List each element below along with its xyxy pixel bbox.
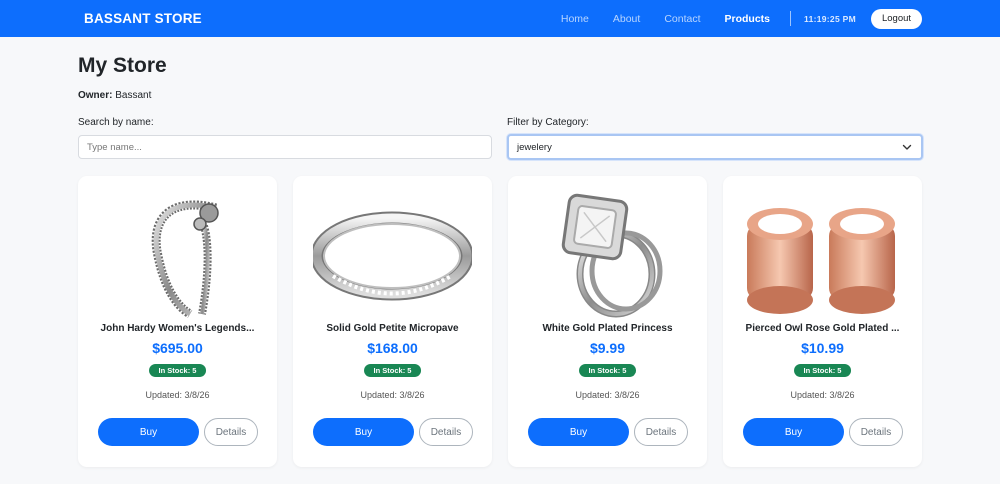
plug-earrings-image[interactable]: [743, 186, 902, 321]
product-name: John Hardy Women's Legends...: [100, 323, 255, 334]
nav-links: Home About Contact Products 11:19:25 PM …: [537, 8, 922, 29]
details-button[interactable]: Details: [634, 418, 688, 446]
stock-badge: In Stock: 5: [148, 364, 207, 377]
product-card: John Hardy Women's Legends... $695.00 In…: [78, 176, 277, 467]
buy-button[interactable]: Buy: [313, 418, 414, 446]
nav-link-products[interactable]: Products: [725, 13, 771, 25]
page-title: My Store: [78, 54, 167, 77]
product-card: Solid Gold Petite Micropave $168.00 In S…: [293, 176, 492, 467]
product-price: $168.00: [367, 340, 418, 356]
stock-badge: In Stock: 5: [363, 364, 422, 377]
updated-date: Updated: 3/8/26: [145, 390, 210, 400]
buy-button[interactable]: Buy: [743, 418, 844, 446]
updated-date: Updated: 3/8/26: [575, 390, 640, 400]
search-input[interactable]: [78, 135, 492, 159]
brand-logo[interactable]: BASSANT STORE: [84, 11, 202, 26]
top-navbar: BASSANT STORE Home About Contact Product…: [0, 0, 1000, 37]
owner-name: Bassant: [115, 90, 152, 101]
ring-image[interactable]: [313, 186, 472, 321]
product-name: White Gold Plated Princess: [542, 323, 673, 334]
princess-ring-image[interactable]: [528, 186, 687, 321]
product-name: Pierced Owl Rose Gold Plated ...: [745, 323, 900, 334]
category-selected-value: jewelery: [517, 141, 552, 153]
details-button[interactable]: Details: [419, 418, 473, 446]
chevron-down-icon: [902, 144, 912, 150]
product-name: Solid Gold Petite Micropave: [326, 323, 459, 334]
category-label: Filter by Category:: [507, 117, 589, 128]
category-select[interactable]: jewelery: [507, 134, 923, 160]
owner-info: Owner: Bassant: [78, 90, 151, 101]
buy-button[interactable]: Buy: [528, 418, 629, 446]
product-price: $695.00: [152, 340, 203, 356]
details-button[interactable]: Details: [849, 418, 903, 446]
stock-badge: In Stock: 5: [578, 364, 637, 377]
product-card: Pierced Owl Rose Gold Plated ... $10.99 …: [723, 176, 922, 467]
updated-date: Updated: 3/8/26: [360, 390, 425, 400]
buy-button[interactable]: Buy: [98, 418, 199, 446]
product-price: $9.99: [589, 340, 626, 356]
nav-divider: [790, 11, 792, 26]
nav-link-contact[interactable]: Contact: [664, 13, 700, 25]
details-button[interactable]: Details: [204, 418, 258, 446]
nav-link-about[interactable]: About: [613, 13, 640, 25]
product-card: White Gold Plated Princess $9.99 In Stoc…: [508, 176, 707, 467]
clock-display: 11:19:25 PM: [804, 13, 856, 24]
updated-date: Updated: 3/8/26: [790, 390, 855, 400]
search-label: Search by name:: [78, 117, 154, 128]
nav-link-home[interactable]: Home: [561, 13, 589, 25]
stock-badge: In Stock: 5: [793, 364, 852, 377]
bracelet-image[interactable]: [98, 186, 257, 321]
product-price: $10.99: [801, 340, 844, 356]
owner-label: Owner:: [78, 90, 113, 101]
logout-button[interactable]: Logout: [871, 8, 922, 29]
